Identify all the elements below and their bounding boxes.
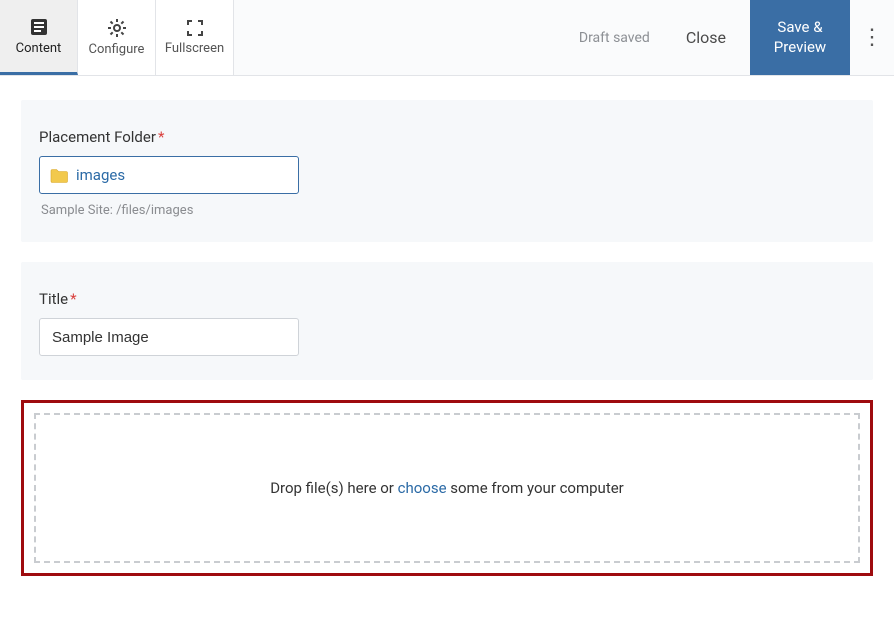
title-panel: Title* [21,262,873,380]
upload-highlight: Drop file(s) here or choose some from yo… [21,400,873,576]
placement-folder-value: images [76,166,125,184]
placement-folder-picker[interactable]: images [39,156,299,194]
tab-fullscreen[interactable]: Fullscreen [156,0,234,75]
tab-label: Content [16,41,62,56]
choose-link[interactable]: choose [398,479,447,497]
tab-content[interactable]: Content [0,0,78,75]
editor-body: Placement Folder* images Sample Site: /f… [0,76,894,576]
file-drop-zone[interactable]: Drop file(s) here or choose some from yo… [34,413,860,563]
save-preview-button[interactable]: Save & Preview [750,0,850,75]
close-button[interactable]: Close [678,24,734,51]
gear-icon [107,18,127,38]
placement-helper: Sample Site: /files/images [41,203,855,218]
tab-configure[interactable]: Configure [78,0,156,75]
title-label: Title* [39,290,855,308]
more-menu-button[interactable]: ⋮ [850,0,894,75]
required-mark: * [70,290,76,308]
drop-text: Drop file(s) here or choose some from yo… [270,479,624,497]
content-icon [29,17,49,37]
fullscreen-icon [186,19,204,37]
tab-label: Configure [89,42,145,57]
placement-panel: Placement Folder* images Sample Site: /f… [21,100,873,242]
required-mark: * [158,128,164,146]
title-input[interactable] [39,318,299,356]
draft-status: Draft saved [579,30,650,46]
kebab-icon: ⋮ [861,25,883,50]
tab-label: Fullscreen [165,41,224,56]
editor-toolbar: Content Configure Fullscreen Draft saved… [0,0,894,76]
folder-icon [50,168,68,182]
placement-label: Placement Folder* [39,128,855,146]
